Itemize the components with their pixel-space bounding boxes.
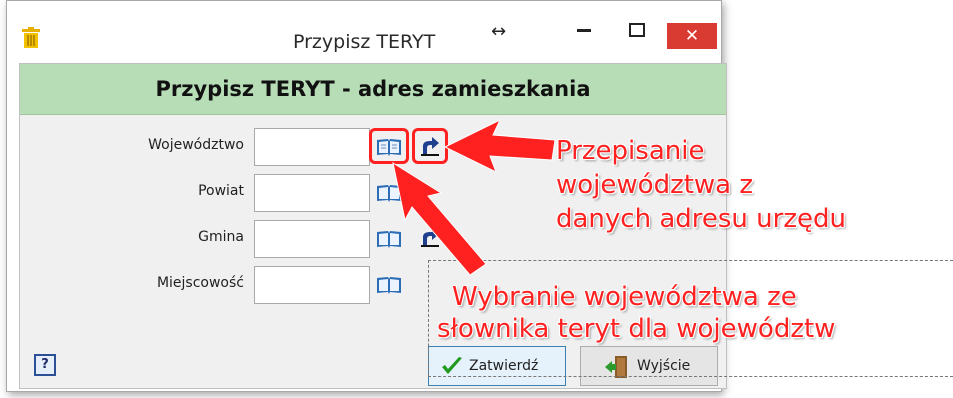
resize-icon: ↔ [491,21,507,42]
book-icon[interactable] [376,229,402,249]
gmina-label: Gmina [198,229,244,245]
miejscowosc-label: Miejscowość [156,275,244,291]
trash-icon [22,27,40,48]
book-icon[interactable] [376,275,402,295]
gmina-input[interactable] [254,220,370,258]
powiat-label: Powiat [198,183,244,199]
annotation-bottom-line-2: słownika teryt dla województw [437,314,836,344]
confirm-label: Zatwierdź [469,358,539,374]
minimize-button[interactable] [577,29,591,32]
help-button[interactable]: ? [34,354,56,376]
annotation-top-line-3: danych adresu urzędu [556,204,846,234]
close-icon: ✕ [684,26,700,46]
annotation-top-line-2: województwa z [556,170,754,200]
annotation-bottom-line-1: Wybranie województwa ze [452,282,797,312]
maximize-button[interactable] [629,23,645,37]
confirm-button[interactable]: Zatwierdź [428,346,566,386]
title-bar[interactable]: Przypisz TERYT ↔ ✕ [7,1,721,63]
book-icon[interactable] [376,183,402,203]
dashed-guide-left [428,260,429,376]
form-header: Przypisz TERYT - adres zamieszkania [20,64,726,115]
checkmark-icon [442,357,462,374]
window-title: Przypisz TERYT [293,31,436,53]
wojewodztwo-input[interactable] [254,128,370,166]
dashed-guide-bottom [428,376,953,377]
wojewodztwo-label: Województwo [148,137,244,153]
close-button[interactable]: ✕ [667,23,717,49]
miejscowosc-input[interactable] [254,266,370,304]
copy-arrow-icon[interactable] [418,225,442,249]
exit-button[interactable]: Wyjście [580,346,718,386]
exit-label: Wyjście [637,358,691,374]
highlight-box-arrow [412,128,448,164]
highlight-box-book [369,128,409,164]
powiat-input[interactable] [254,174,370,212]
form-title: Przypisz TERYT - adres zamieszkania [155,77,591,101]
dashed-guide-top [428,260,953,261]
annotation-top-line-1: Przepisanie [556,136,705,166]
